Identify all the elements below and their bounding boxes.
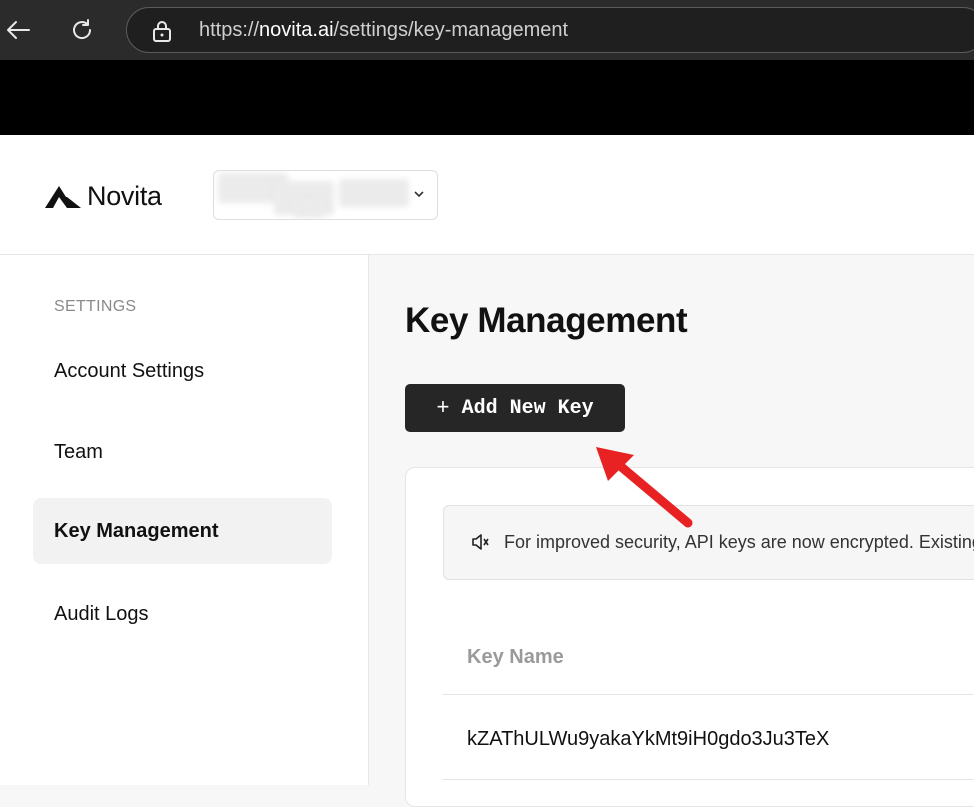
browser-toolbar: https://novita.ai/settings/key-managemen… [0, 0, 974, 60]
notice-text: For improved security, API keys are now … [504, 532, 974, 552]
add-new-key-button[interactable]: + Add New Key [405, 384, 625, 432]
novita-logo-icon [45, 185, 81, 208]
sidebar-item-label: Audit Logs [54, 602, 149, 625]
sidebar-item-label: Account Settings [54, 359, 205, 382]
sidebar-item-key-management[interactable]: Key Management [33, 498, 332, 564]
settings-sidebar: SETTINGS Account Settings Team Key Manag… [0, 255, 369, 785]
plus-icon: + [436, 395, 450, 421]
chevron-down-icon [414, 191, 424, 198]
table-divider [442, 694, 974, 695]
column-header-key-name: Key Name [467, 646, 564, 668]
annotation-arrow-icon [596, 447, 693, 528]
speaker-icon [472, 534, 489, 550]
add-new-key-label: Add New Key [461, 396, 594, 420]
security-notice: For improved security, API keys are now … [443, 505, 974, 580]
arrow-left-icon [7, 21, 30, 39]
sidebar-item-label: Team [54, 440, 103, 463]
brand-logo[interactable]: Novita [45, 181, 162, 212]
app-header: Novita [0, 135, 974, 255]
team-selector[interactable] [213, 170, 438, 220]
black-band [0, 60, 974, 135]
address-bar[interactable]: https://novita.ai/settings/key-managemen… [126, 7, 974, 53]
sidebar-item-team[interactable]: Team [33, 419, 332, 485]
sidebar-item-label: Key Management [54, 519, 219, 542]
reload-button[interactable] [64, 12, 100, 48]
url-text: https://novita.ai/settings/key-managemen… [199, 19, 569, 41]
lock-icon [153, 21, 171, 42]
reload-icon [73, 19, 92, 39]
back-button[interactable] [0, 12, 36, 48]
table-divider [442, 779, 974, 780]
table-row: kZAThULWu9yakaYkMt9iH0gdo3Ju3TeX [467, 728, 830, 750]
sidebar-heading: SETTINGS [54, 298, 137, 315]
page-title: Key Management [405, 301, 688, 340]
sidebar-item-account-settings[interactable]: Account Settings [33, 338, 332, 404]
sidebar-item-audit-logs[interactable]: Audit Logs [33, 581, 332, 647]
brand-name: Novita [87, 181, 162, 211]
